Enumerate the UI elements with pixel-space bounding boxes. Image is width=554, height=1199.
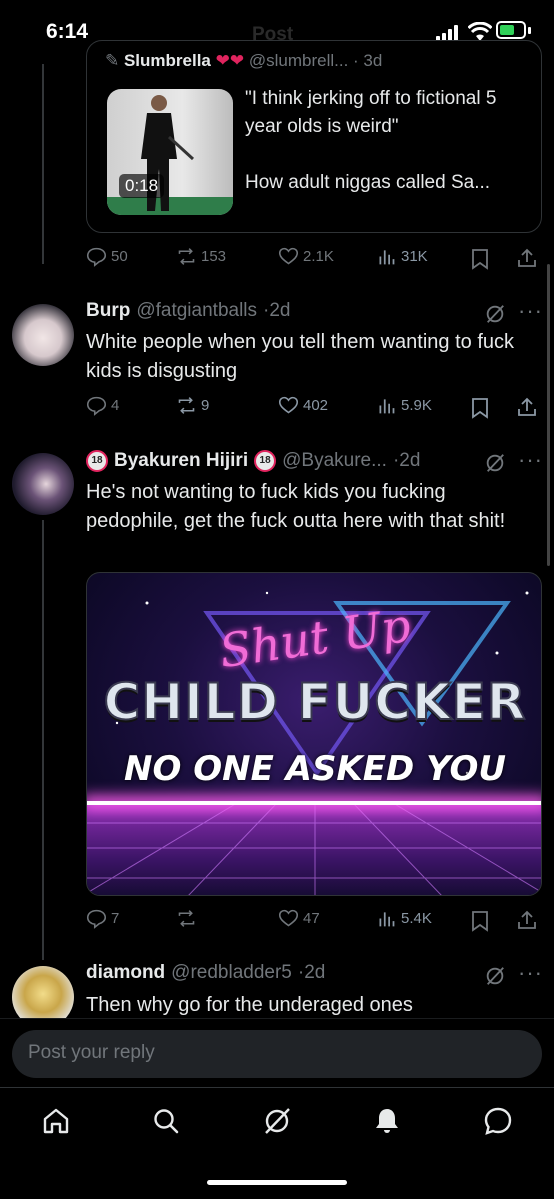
scrollbar[interactable] <box>547 264 550 566</box>
quote-emoji-icon: ❤❤ <box>215 51 249 70</box>
search-icon[interactable] <box>151 1106 181 1136</box>
battery-nub <box>528 27 531 34</box>
reply-input[interactable]: Post your reply <box>12 1030 542 1078</box>
repost-count: 9 <box>201 397 210 414</box>
views-icon <box>379 399 395 414</box>
post-header: diamond @redbladder5 · 2d <box>86 962 326 984</box>
quoted-post-card[interactable]: ✎ Slumbrella ❤❤ @slumbrell... · 3d 0:18 … <box>86 40 542 233</box>
more-options-icon[interactable]: ··· <box>518 298 543 324</box>
view-count: 31K <box>401 248 428 265</box>
post-time: 2d <box>269 300 291 321</box>
status-time: 6:14 <box>46 20 89 43</box>
heart-icon <box>278 247 299 265</box>
post-author-handle[interactable]: @redbladder5 <box>171 962 292 984</box>
cellular-signal-icon <box>436 25 460 41</box>
like-count: 2.1K <box>303 248 334 265</box>
reply-button[interactable]: 7 <box>86 908 119 929</box>
post-author-name[interactable]: Burp <box>86 300 130 322</box>
views-icon <box>379 912 395 927</box>
view-count: 5.9K <box>401 397 432 414</box>
reply-count: 50 <box>111 248 128 265</box>
repost-button[interactable] <box>176 908 201 929</box>
reply-icon <box>86 909 107 929</box>
post-body: Then why go for the underaged ones <box>86 994 413 1016</box>
meme-text-line-3: NO ONE ASKED YOU <box>124 749 506 789</box>
meme-text-line-2: CHILD FUCKER <box>103 672 527 732</box>
reply-button[interactable]: 4 <box>86 395 119 416</box>
repost-button[interactable]: 153 <box>176 246 226 267</box>
post-author-handle[interactable]: @Byakure... <box>282 450 387 472</box>
age-restricted-icon: 18 <box>86 450 108 472</box>
post-header: Burp @fatgiantballs · 2d <box>86 300 291 322</box>
views-icon <box>379 250 395 265</box>
post-author-name[interactable]: Byakuren Hijiri <box>114 450 248 472</box>
views-button[interactable]: 5.4K <box>376 908 432 929</box>
quote-author-icon: ✎ <box>105 51 124 70</box>
avatar[interactable] <box>12 304 74 366</box>
bookmark-icon[interactable] <box>470 248 490 270</box>
post-body: He's not wanting to fuck kids you fuckin… <box>86 481 506 532</box>
post-author-handle[interactable]: @fatgiantballs <box>136 300 257 322</box>
like-count: 47 <box>303 910 320 927</box>
post-author-name[interactable]: diamond <box>86 962 165 984</box>
more-options-icon[interactable]: ··· <box>518 447 543 473</box>
repost-icon <box>178 248 195 265</box>
meme-grid <box>87 802 541 895</box>
grok-icon[interactable] <box>484 303 506 325</box>
share-icon[interactable] <box>516 247 538 269</box>
home-indicator <box>207 1180 347 1185</box>
video-thumbnail[interactable]: 0:18 <box>107 89 233 215</box>
like-button[interactable]: 2.1K <box>278 246 334 267</box>
quote-author-name: Slumbrella <box>123 51 211 70</box>
grok-icon[interactable] <box>262 1106 292 1136</box>
messages-icon[interactable] <box>483 1106 513 1136</box>
reply-count: 7 <box>111 910 120 927</box>
views-button[interactable]: 5.9K <box>376 395 432 416</box>
home-icon[interactable] <box>41 1106 71 1136</box>
post-actions: 7 47 5.4K <box>86 908 542 936</box>
quoted-post-header: ✎ Slumbrella ❤❤ @slumbrell... · 3d <box>105 51 383 70</box>
post-media-image[interactable]: Shut Up CHILD FUCKER NO ONE ASKED YOU <box>86 572 542 896</box>
quote-author-handle: @slumbrell... <box>248 51 349 70</box>
heart-icon <box>278 396 299 414</box>
bookmark-icon[interactable] <box>470 397 490 419</box>
quote-author-time: 3d <box>363 51 383 70</box>
wifi-icon <box>468 22 492 41</box>
post-actions: 4 9 402 5.9K <box>86 395 542 423</box>
like-count: 402 <box>303 397 329 414</box>
quoted-post-text: "I think jerking off to fictional 5 year… <box>245 88 497 193</box>
repost-count: 153 <box>201 248 227 265</box>
repost-button[interactable]: 9 <box>176 395 209 416</box>
reply-count: 4 <box>111 397 120 414</box>
like-button[interactable]: 47 <box>278 908 320 929</box>
repost-icon <box>178 910 195 927</box>
age-restricted-icon: 18 <box>254 450 277 472</box>
reply-button[interactable]: 50 <box>86 246 128 267</box>
post-time: 2d <box>399 450 421 471</box>
view-count: 5.4K <box>401 910 432 927</box>
reply-icon <box>86 247 107 267</box>
notifications-icon[interactable] <box>372 1106 402 1136</box>
meme-horizon <box>87 801 541 805</box>
thread-line-top <box>42 64 44 264</box>
post-body: White people when you tell them wanting … <box>86 331 515 382</box>
quote-actions: 50 153 2.1K 31K <box>86 246 542 274</box>
bookmark-icon[interactable] <box>470 910 490 932</box>
grok-icon[interactable] <box>484 452 506 474</box>
post-time: 2d <box>304 962 326 983</box>
grok-icon[interactable] <box>484 965 506 987</box>
video-duration: 0:18 <box>119 174 165 198</box>
post-header: 18 Byakuren Hijiri 18 @Byakure... · 2d <box>86 450 420 472</box>
battery-icon <box>496 21 526 39</box>
views-button[interactable]: 31K <box>376 246 428 267</box>
heart-icon <box>278 909 299 927</box>
share-icon[interactable] <box>516 909 538 931</box>
share-icon[interactable] <box>516 396 538 418</box>
like-button[interactable]: 402 <box>278 395 328 416</box>
avatar[interactable] <box>12 453 74 515</box>
reply-icon <box>86 396 107 416</box>
more-options-icon[interactable]: ··· <box>518 960 543 986</box>
thread-line-middle <box>42 520 44 960</box>
repost-icon <box>178 397 195 414</box>
